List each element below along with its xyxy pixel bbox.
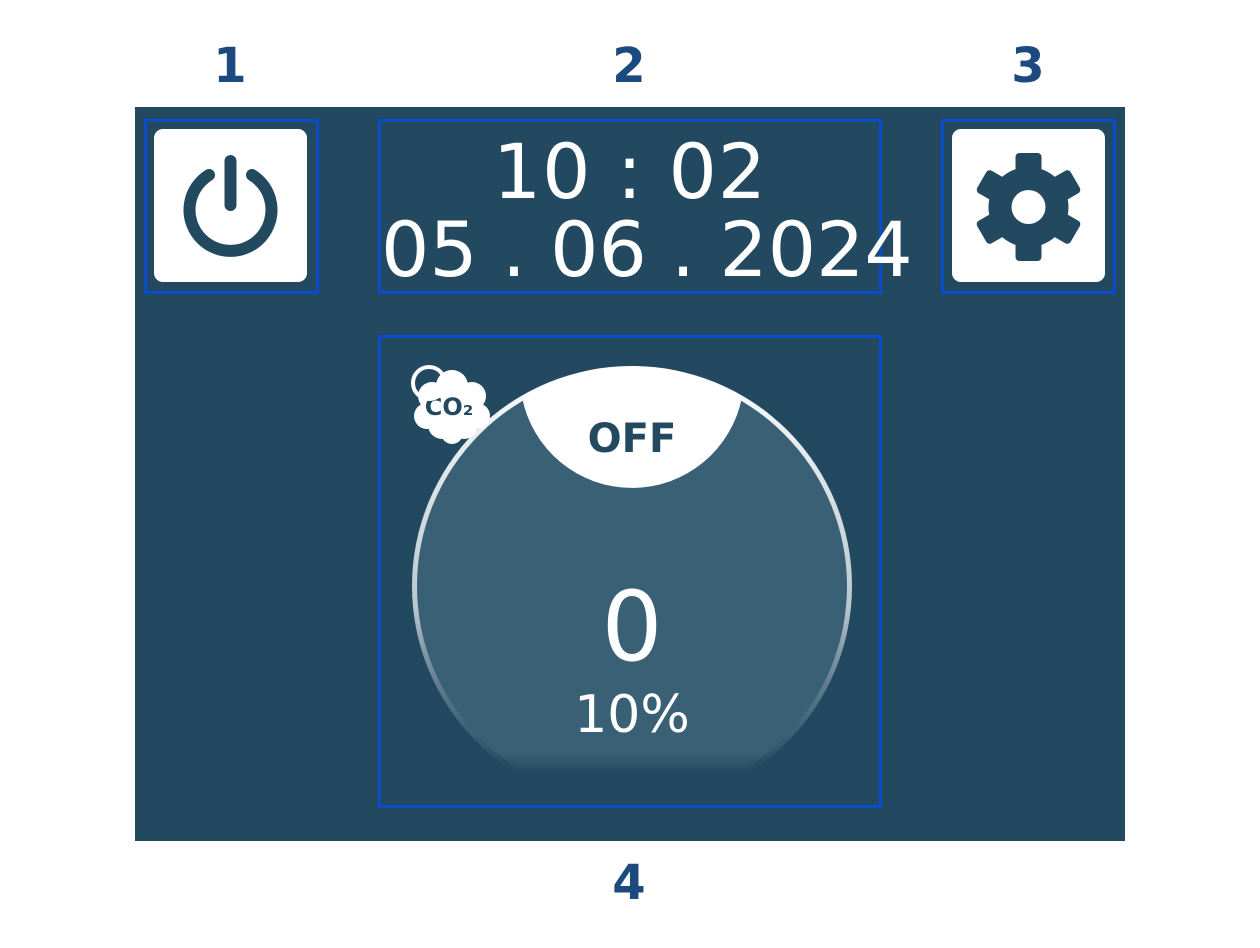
co2-value: 0 [601, 571, 663, 683]
callout-2: 2 [612, 38, 646, 94]
settings-button[interactable] [952, 129, 1105, 282]
co2-dial[interactable]: OFF CO₂ 0 10% [409, 363, 855, 809]
clock-date: 05 . 06 . 2024 [381, 205, 913, 294]
device-screen: 10 : 02 05 . 06 . 2024 OFF CO₂ 0 10% [135, 107, 1125, 841]
callout-4: 4 [612, 855, 646, 911]
gear-icon [976, 153, 1081, 261]
co2-percent: 10% [574, 685, 690, 745]
callout-1: 1 [213, 38, 247, 94]
datetime-panel: 10 : 02 05 . 06 . 2024 [378, 119, 913, 294]
power-button[interactable] [154, 129, 307, 282]
callout-3: 3 [1011, 38, 1045, 94]
dial-panel: OFF CO₂ 0 10% [378, 335, 882, 808]
ring-indicator-icon [411, 365, 447, 401]
clock-time: 10 : 02 [492, 127, 768, 216]
power-icon [183, 155, 278, 257]
